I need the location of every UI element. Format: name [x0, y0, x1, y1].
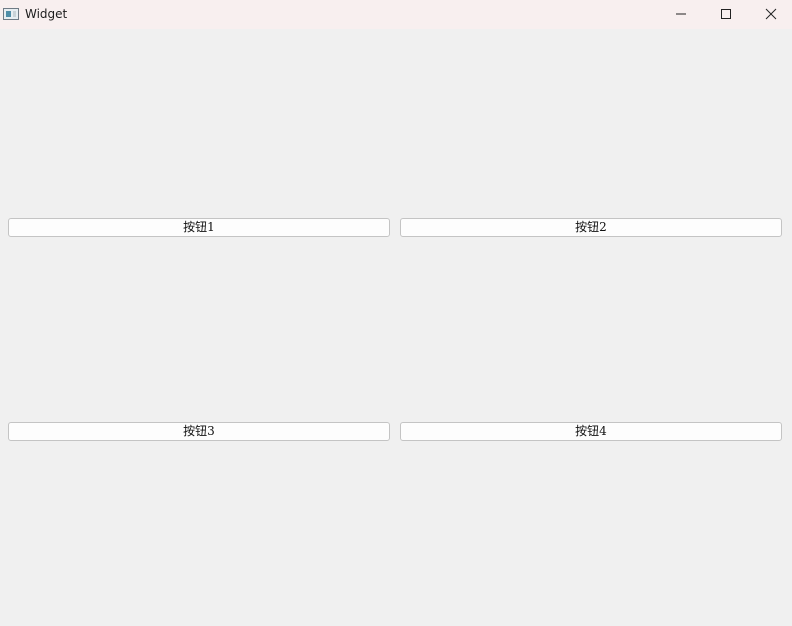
button-1[interactable]: 按钮1: [8, 218, 390, 237]
title-bar[interactable]: Widget: [0, 0, 792, 29]
close-button[interactable]: [748, 0, 792, 29]
app-icon: [3, 8, 19, 20]
button-3[interactable]: 按钮3: [8, 422, 390, 441]
window-title: Widget: [25, 7, 68, 21]
button-2[interactable]: 按钮2: [400, 218, 782, 237]
button-4[interactable]: 按钮4: [400, 422, 782, 441]
maximize-icon: [721, 9, 731, 19]
maximize-button[interactable]: [703, 0, 749, 29]
minimize-button[interactable]: [658, 0, 704, 29]
minimize-icon: [676, 13, 686, 15]
widget-window: Widget 按钮1 按钮2 按钮3 按钮4: [0, 0, 792, 626]
close-icon: [765, 8, 777, 20]
